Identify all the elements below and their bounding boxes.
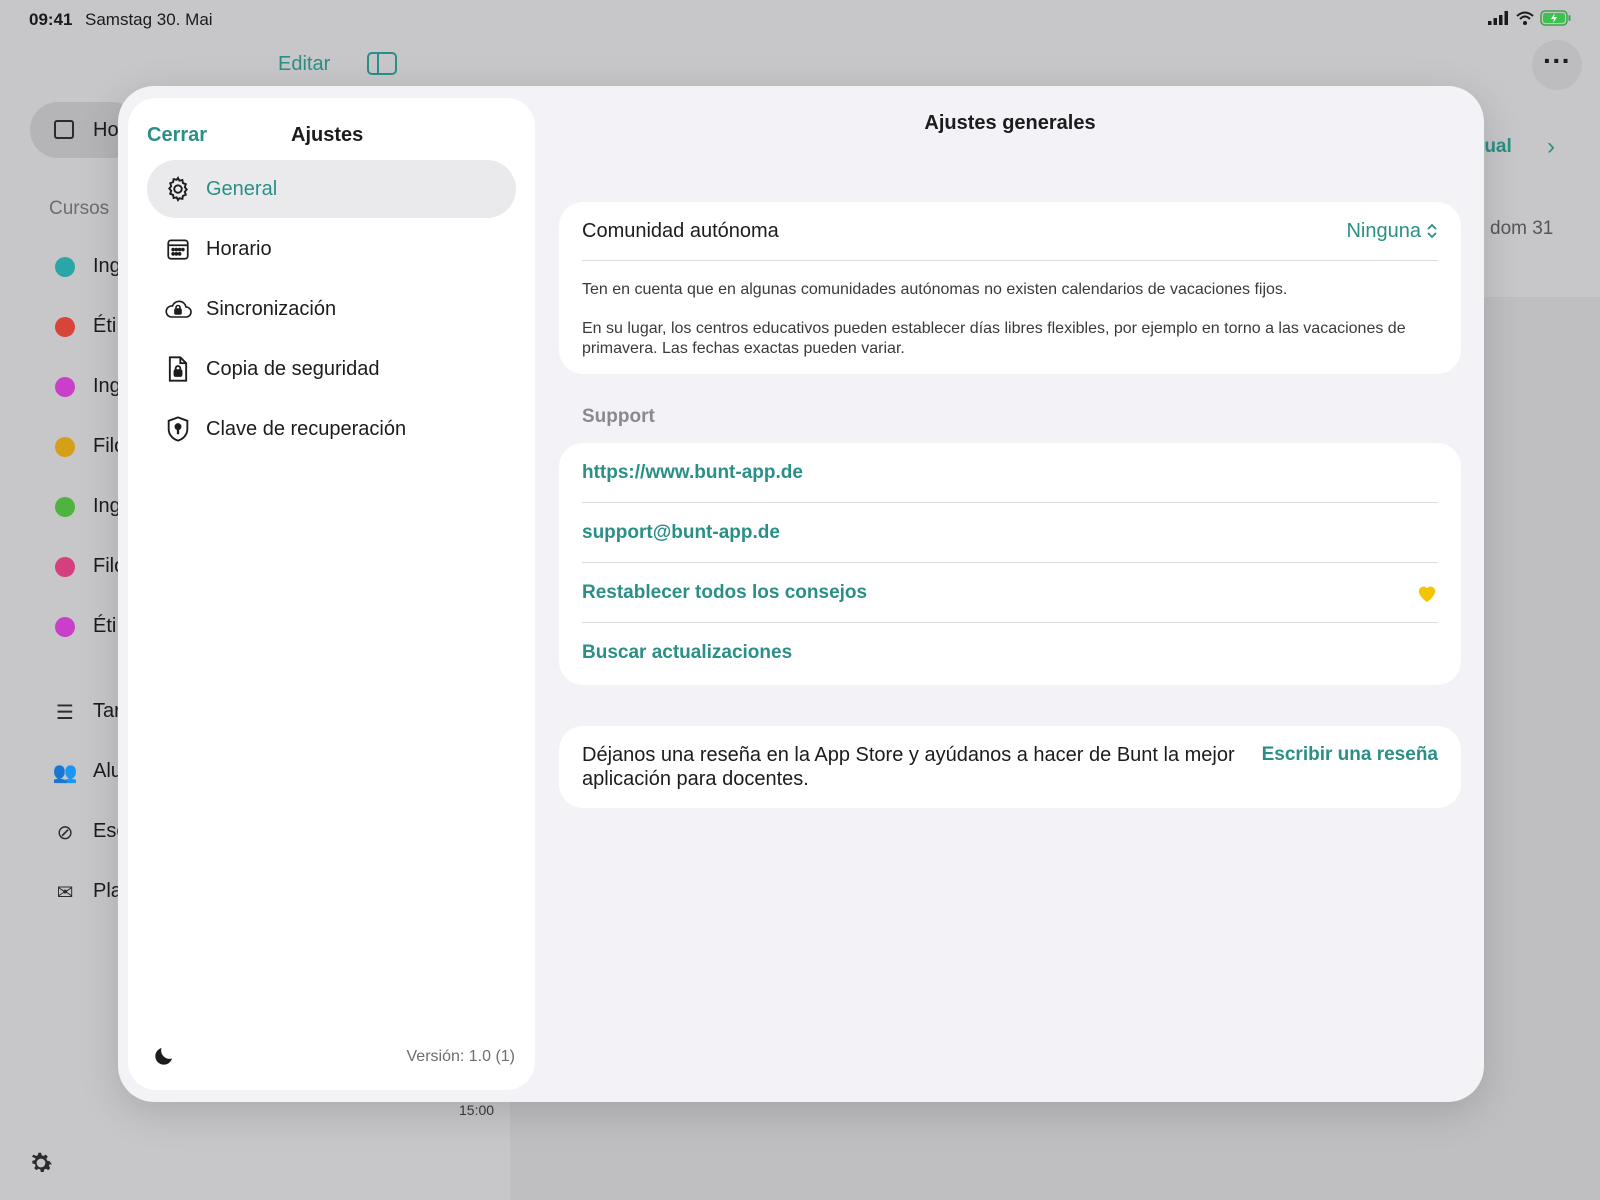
wifi-icon <box>1516 11 1534 25</box>
check-updates-row[interactable]: Buscar actualizaciones <box>582 623 1438 683</box>
course-color-dot <box>55 317 75 337</box>
website-link[interactable]: https://www.bunt-app.de <box>582 462 803 484</box>
heart-icon <box>1418 586 1436 602</box>
calendar-icon <box>164 236 192 262</box>
sidebar-item-label: Clave de recuperación <box>206 417 407 440</box>
sidebar-item-copia-seguridad[interactable]: Copia de seguridad <box>147 340 516 398</box>
email-link-row[interactable]: support@bunt-app.de <box>582 503 1438 563</box>
status-icons <box>1488 10 1572 26</box>
close-button[interactable]: Cerrar <box>147 124 207 147</box>
sidebar-item-clave-recuperacion[interactable]: Clave de recuperación <box>147 400 516 458</box>
reset-tips-link[interactable]: Restablecer todos los consejos <box>582 582 867 604</box>
moon-icon[interactable] <box>152 1044 176 1068</box>
course-color-dot <box>55 377 75 397</box>
people-icon: 👥 <box>52 762 78 784</box>
status-time: 09:41 <box>29 10 73 29</box>
courses-section-label: Cursos <box>49 198 110 219</box>
course-label[interactable]: Ing <box>93 375 121 398</box>
gear-icon <box>164 175 192 203</box>
region-row: Comunidad autónoma Ninguna <box>582 202 1438 261</box>
more-options-button[interactable]: ··· <box>1532 40 1582 90</box>
sidebar-item-label: Horario <box>206 237 272 260</box>
course-color-dot <box>55 557 75 577</box>
doc-lock-icon <box>164 355 192 383</box>
clock-slash-icon: ⊘ <box>56 822 74 844</box>
version-label: Versión: 1.0 (1) <box>406 1048 516 1065</box>
sidebar-item-horario[interactable]: Horario <box>147 220 516 278</box>
support-section-header: Support <box>582 406 655 427</box>
sidebar-toggle-icon[interactable] <box>367 52 397 75</box>
settings-gear-icon[interactable] <box>26 1148 56 1178</box>
review-text: Déjanos una reseña en la App Store y ayú… <box>582 744 1235 790</box>
course-label[interactable]: Éti <box>93 615 116 638</box>
chevron-right-icon[interactable]: › <box>1547 133 1555 161</box>
settings-modal: Cerrar Ajustes General Horario Sincroniz… <box>118 86 1484 1102</box>
shield-key-icon <box>164 415 192 443</box>
status-bar: 09:41 Samstag 30. Mai <box>0 0 1600 36</box>
region-value: Ninguna <box>1346 219 1421 242</box>
edit-button[interactable]: Editar <box>278 53 330 76</box>
course-color-dot <box>55 257 75 277</box>
review-card: Déjanos una reseña en la App Store y ayú… <box>559 726 1461 808</box>
nav-label[interactable]: Tar <box>93 700 121 723</box>
course-color-dot <box>55 497 75 517</box>
sidebar-item-label: Sincronización <box>206 297 337 320</box>
status-date: Samstag 30. Mai <box>85 10 213 29</box>
calendar-icon <box>54 120 74 139</box>
website-link-row[interactable]: https://www.bunt-app.de <box>582 443 1438 503</box>
course-label[interactable]: Ing <box>93 255 121 278</box>
cloud-lock-icon <box>164 296 192 322</box>
signal-icon <box>1488 11 1508 25</box>
region-label: Comunidad autónoma <box>582 219 779 242</box>
check-updates-link[interactable]: Buscar actualizaciones <box>582 642 792 664</box>
settings-title: Ajustes <box>291 124 364 146</box>
course-color-dot <box>55 437 75 457</box>
sidebar-item-home-label: Ho <box>93 119 119 141</box>
write-review-button[interactable]: Escribir una reseña <box>1262 744 1438 766</box>
settings-sidebar: Cerrar Ajustes General Horario Sincroniz… <box>128 98 535 1090</box>
region-note: Ten en cuenta que en algunas comunidades… <box>582 281 1288 298</box>
day-header: dom 31 <box>1490 218 1554 239</box>
region-picker[interactable]: Ninguna <box>1346 220 1438 243</box>
course-color-dot <box>55 617 75 637</box>
region-note: En su lugar, los centros educativos pued… <box>582 320 1406 357</box>
battery-icon <box>1540 10 1571 26</box>
page-title: Ajustes generales <box>924 112 1096 134</box>
region-card: Comunidad autónoma Ninguna Ten en cuenta… <box>559 202 1461 374</box>
sidebar-item-general[interactable]: General <box>147 160 516 218</box>
time-label: 15:00 <box>459 1102 495 1118</box>
reset-tips-row[interactable]: Restablecer todos los consejos <box>582 563 1438 623</box>
envelope-icon: ✉ <box>56 882 74 904</box>
checklist-icon: ☰ <box>56 702 74 724</box>
course-label[interactable]: Éti <box>93 315 116 338</box>
sidebar-item-label: General <box>206 177 278 200</box>
email-link[interactable]: support@bunt-app.de <box>582 522 780 544</box>
sidebar-item-label: Copia de seguridad <box>206 357 380 380</box>
course-label[interactable]: Ing <box>93 495 121 518</box>
chevron-up-down-icon <box>1427 223 1437 239</box>
sidebar-item-sincronizacion[interactable]: Sincronización <box>147 280 516 338</box>
support-card: https://www.bunt-app.de support@bunt-app… <box>559 443 1461 685</box>
